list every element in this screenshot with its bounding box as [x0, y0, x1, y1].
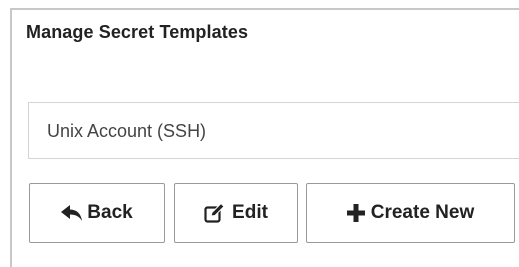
back-button-label: Back — [87, 202, 133, 223]
template-select[interactable]: Unix Account (SSH) — [28, 102, 519, 159]
edit-button-label: Edit — [232, 202, 268, 223]
reply-arrow-icon — [61, 204, 83, 222]
back-button[interactable]: Back — [29, 183, 165, 243]
template-select-value: Unix Account (SSH) — [47, 121, 207, 141]
create-new-button-label: Create New — [370, 202, 475, 223]
plus-icon — [346, 204, 365, 222]
page-title: Manage Secret Templates — [26, 22, 249, 42]
edit-button[interactable]: Edit — [174, 183, 298, 243]
create-new-button[interactable]: Create New — [306, 183, 515, 243]
edit-icon — [204, 203, 226, 223]
